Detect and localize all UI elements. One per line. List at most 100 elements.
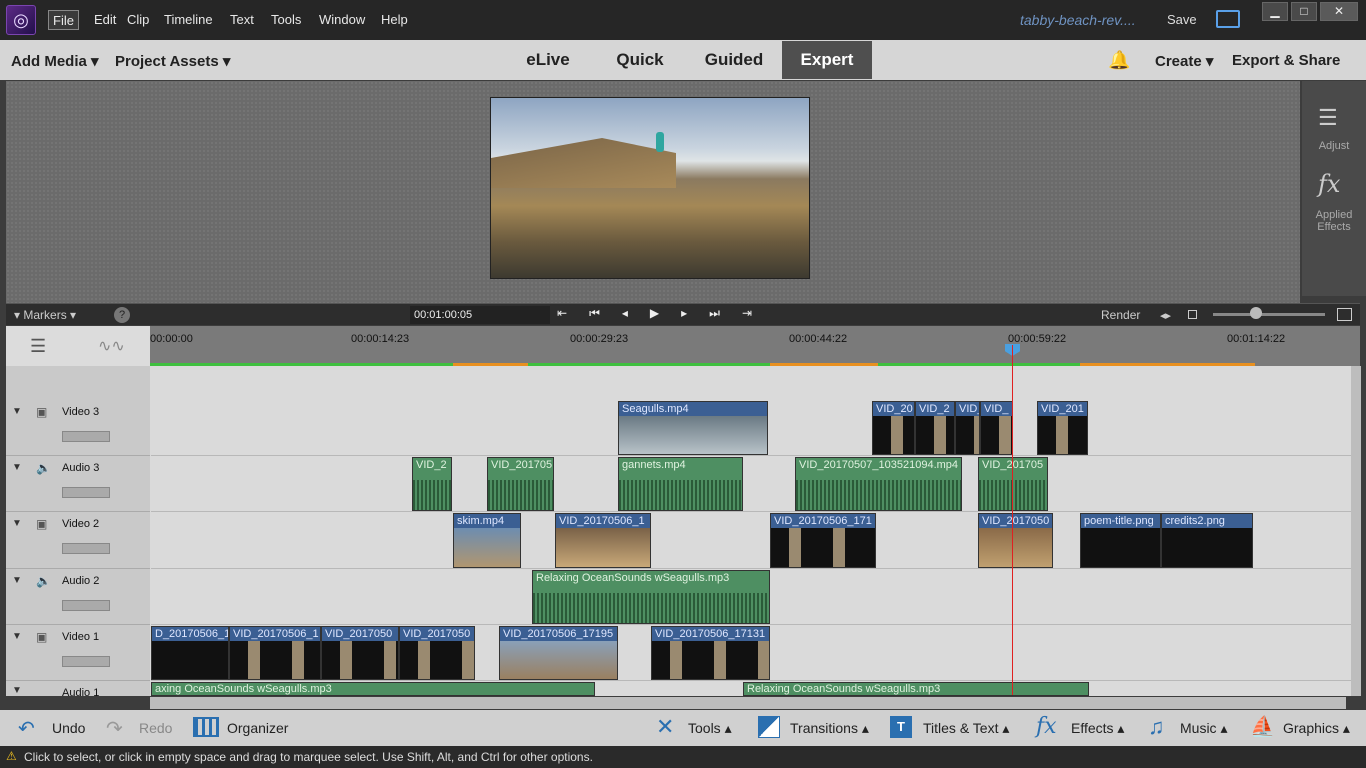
clip[interactable]: VID_2 (915, 401, 955, 455)
tab-elive[interactable]: eLive (508, 41, 588, 79)
tools-button[interactable]: Tools ▴ (688, 720, 732, 737)
menu-file[interactable]: File (48, 10, 79, 30)
organizer-icon[interactable] (193, 717, 219, 737)
markers-menu[interactable]: ▾ Markers ▾ (14, 308, 76, 322)
clip[interactable]: VID_20170506_1 (555, 513, 651, 568)
lane-audio2[interactable]: Relaxing OceanSounds wSeagulls.mp3 (151, 569, 1351, 625)
clip[interactable]: Relaxing OceanSounds wSeagulls.mp3 (743, 682, 1089, 696)
menu-clip[interactable]: Clip (123, 10, 153, 30)
project-assets-menu[interactable]: Project Assets ▾ (115, 52, 230, 70)
graphics-button[interactable]: Graphics ▴ (1283, 720, 1350, 737)
menu-help[interactable]: Help (377, 10, 412, 30)
organizer-button[interactable]: Organizer (227, 720, 288, 736)
menu-text[interactable]: Text (226, 10, 258, 30)
save-button[interactable]: Save (1167, 12, 1197, 27)
menu-tools[interactable]: Tools (267, 10, 305, 30)
applied-effects-icon[interactable]: fx (1318, 170, 1340, 198)
render-button[interactable]: Render (1101, 308, 1140, 322)
current-time[interactable]: 00:01:00:05 (410, 306, 550, 324)
notification-bell-icon[interactable]: 🔔 (1108, 50, 1130, 71)
track-header-video3[interactable]: ▼ ▣ Video 3 (6, 400, 150, 456)
clip[interactable]: VID_20170506_17195 (499, 626, 618, 680)
step-forward-icon[interactable]: ▸ (681, 306, 709, 320)
clip[interactable]: poem-title.png (1080, 513, 1161, 568)
export-share-button[interactable]: Export & Share (1232, 52, 1340, 69)
undo-icon[interactable]: ↶ (18, 716, 35, 741)
track-options-icon[interactable]: ☰ (30, 336, 46, 357)
add-media-menu[interactable]: Add Media ▾ (11, 52, 99, 70)
clip[interactable]: VID_2 (412, 457, 452, 511)
clip[interactable]: gannets.mp4 (618, 457, 743, 511)
track-header-video2[interactable]: ▼ ▣ Video 2 (6, 512, 150, 569)
lane-audio3[interactable]: VID_2 VID_201705 gannets.mp4 VID_2017050… (151, 456, 1351, 512)
clip[interactable]: VID_ (955, 401, 980, 455)
track-header-audio3[interactable]: ▼ 🔈 Audio 3 (6, 456, 150, 512)
clip[interactable]: D_20170506_1 (151, 626, 229, 680)
clip[interactable]: VID_201705 (487, 457, 554, 511)
next-edit-icon[interactable]: ⏭ (709, 306, 742, 320)
music-button[interactable]: Music ▴ (1180, 720, 1227, 737)
play-icon[interactable]: ▶ (650, 306, 681, 320)
time-ruler[interactable] (6, 326, 1360, 366)
tools-icon[interactable]: ✕ (656, 714, 674, 740)
clip[interactable]: VID_20170506_1 (229, 626, 321, 680)
collapse-icon[interactable]: ▼ (12, 462, 22, 473)
applied-effects-label[interactable]: Applied Effects (1302, 209, 1366, 233)
clip[interactable]: VID_201 (1037, 401, 1088, 455)
clip[interactable]: skim.mp4 (453, 513, 521, 568)
track-header-audio2[interactable]: ▼ 🔈 Audio 2 (6, 569, 150, 625)
titles-text-icon[interactable]: T (890, 716, 912, 738)
help-icon[interactable]: ? (114, 307, 130, 323)
clip[interactable]: VID_20170507_103521094.mp4 (795, 457, 962, 511)
clip[interactable]: Seagulls.mp4 (618, 401, 768, 455)
redo-icon[interactable]: ↷ (106, 716, 123, 741)
close-button[interactable]: ✕ (1320, 2, 1358, 21)
effects-button[interactable]: Effects ▴ (1071, 720, 1124, 737)
prev-edit-icon[interactable]: ⏮ (589, 306, 622, 320)
step-back-icon[interactable]: ◂ (622, 306, 650, 320)
goto-end-icon[interactable]: ⇥ (742, 306, 774, 320)
goto-start-icon[interactable]: ⇤ (557, 306, 589, 320)
music-icon[interactable]: ♫ (1148, 714, 1165, 740)
clip[interactable]: Relaxing OceanSounds wSeagulls.mp3 (532, 570, 770, 624)
menu-window[interactable]: Window (315, 10, 369, 30)
clip[interactable]: credits2.png (1161, 513, 1253, 568)
maximize-button[interactable]: □ (1291, 2, 1317, 21)
clip[interactable]: VID_2017050 (399, 626, 475, 680)
audio-waveform-icon[interactable]: ∿∿ (98, 336, 125, 356)
track-header-video1[interactable]: ▼ ▣ Video 1 (6, 625, 150, 681)
tab-quick[interactable]: Quick (600, 41, 680, 79)
timeline-tracks[interactable]: ▼ ▣ Video 3 Seagulls.mp4 VID_20 VID_2 VI… (6, 366, 1351, 696)
zoom-out-icon[interactable] (1188, 310, 1197, 319)
clip[interactable]: VID_20 (872, 401, 915, 455)
track-header-audio1[interactable]: ▼ Audio 1 (6, 681, 150, 696)
video-preview[interactable] (490, 97, 810, 279)
zoom-fit-icon[interactable]: ◂▸ (1160, 309, 1171, 322)
collapse-icon[interactable]: ▼ (12, 406, 22, 417)
lane-video2[interactable]: skim.mp4 VID_20170506_1 VID_20170506_171… (151, 512, 1351, 569)
lane-video1[interactable]: D_20170506_1 VID_20170506_1 VID_2017050 … (151, 625, 1351, 681)
keyframe-controls[interactable] (62, 431, 110, 442)
keyframe-controls[interactable] (62, 543, 110, 554)
transitions-icon[interactable] (758, 716, 780, 738)
menu-edit[interactable]: Edit (90, 10, 120, 30)
transitions-button[interactable]: Transitions ▴ (790, 720, 869, 737)
tab-guided[interactable]: Guided (690, 41, 778, 79)
clip[interactable]: VID_ (980, 401, 1013, 455)
transport-controls[interactable]: ⇤⏮◂▶▸⏭⇥ (557, 306, 774, 321)
clip[interactable]: VID_2017050 (321, 626, 399, 680)
horizontal-scrollbar[interactable] (150, 697, 1346, 709)
redo-button[interactable]: Redo (139, 720, 172, 736)
undo-button[interactable]: Undo (52, 720, 85, 736)
adjust-icon[interactable]: ☰ (1318, 105, 1338, 131)
tab-expert[interactable]: Expert (782, 41, 872, 79)
adjust-label[interactable]: Adjust (1302, 140, 1366, 152)
keyframe-controls[interactable] (62, 487, 110, 498)
graphics-icon[interactable]: ⛵ (1250, 714, 1275, 739)
zoom-slider-handle[interactable] (1250, 307, 1262, 319)
collapse-icon[interactable]: ▼ (12, 518, 22, 529)
clip[interactable]: VID_201705 (978, 457, 1048, 511)
create-menu[interactable]: Create ▾ (1155, 52, 1213, 70)
collapse-icon[interactable]: ▼ (12, 631, 22, 642)
collapse-icon[interactable]: ▼ (12, 685, 22, 696)
